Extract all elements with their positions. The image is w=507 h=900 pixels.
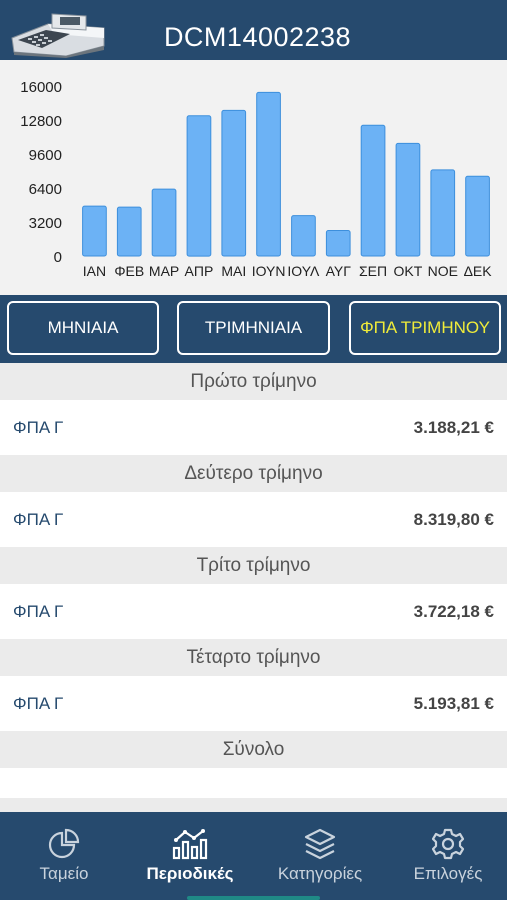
bottom-tab-bar: Ταμείο Περιοδικές Κατηγορίες Επιλογές: [0, 812, 507, 900]
tabbar-item-periodic[interactable]: Περιοδικές: [140, 812, 240, 900]
bar-chart: 0 3200 6400 9600 12800 16000 ΙΑΝ ΦΕΒ ΜΑΡ ΑΠΡ ΜΑΙ ΙΟ…: [0, 60, 507, 295]
home-indicator: [187, 896, 320, 900]
page-title: DCM14002238: [163, 22, 352, 52]
bar[interactable]: [395, 142, 421, 257]
row-value: 5.193,81 €: [413, 693, 494, 713]
x-tick-label: ΜΑΙ: [221, 263, 246, 279]
bar-chart-svg: 0 3200 6400 9600 12800 16000 ΙΑΝ ΦΕΒ ΜΑΡ ΑΠΡ ΜΑΙ ΙΟ…: [20, 79, 493, 279]
total-row: [0, 768, 507, 798]
row-label: ΦΠΑ Γ: [13, 601, 64, 621]
y-tick-label: 12800: [20, 113, 62, 130]
tabbar-item-options[interactable]: Επιλογές: [404, 812, 492, 900]
x-tick-label: ΙΟΥΛ: [287, 263, 320, 279]
tabbar-label: Επιλογές: [413, 864, 483, 883]
tab-vat-quarter[interactable]: ΦΠΑ ΤΡΙΜΗΝΟΥ: [349, 301, 501, 355]
bar[interactable]: [82, 205, 107, 257]
y-tick-label: 9600: [29, 147, 62, 164]
bar-chart-icon: [172, 829, 208, 860]
row-label: ΦΠΑ Γ: [13, 693, 64, 713]
y-tick-label: 6400: [29, 181, 62, 198]
section-header: Τρίτο τρίμηνο: [0, 547, 507, 584]
tabbar-label: Περιοδικές: [146, 864, 234, 883]
x-tick-label: ΑΥΓ: [326, 263, 352, 279]
bar[interactable]: [291, 215, 316, 257]
bar[interactable]: [116, 206, 142, 257]
list-item[interactable]: ΦΠΑ Γ 3.722,18 €: [0, 584, 507, 639]
section-header: Δεύτερο τρίμηνο: [0, 455, 507, 492]
x-tick-label: ΝΟΕ: [428, 263, 458, 279]
list-item[interactable]: ΦΠΑ Γ 3.188,21 €: [0, 400, 507, 455]
row-value: 3.722,18 €: [413, 601, 494, 621]
total-header: Σύνολο: [0, 731, 507, 768]
gear-icon: [432, 828, 464, 860]
tabbar-label: Κατηγορίες: [277, 864, 363, 883]
x-tick-label: ΔΕΚ: [464, 263, 493, 279]
y-tick-label: 16000: [20, 79, 62, 96]
row-value: 3.188,21 €: [413, 417, 494, 437]
x-tick-label: ΙΑΝ: [83, 263, 106, 279]
list-item[interactable]: ΦΠΑ Γ 8.319,80 €: [0, 492, 507, 547]
bar[interactable]: [465, 175, 490, 257]
row-label: ΦΠΑ Γ: [13, 417, 64, 437]
x-tick-label: ΟΚΤ: [394, 263, 423, 279]
bar[interactable]: [360, 124, 386, 257]
bar[interactable]: [256, 91, 281, 257]
y-tick-label: 3200: [29, 215, 62, 232]
bar[interactable]: [151, 188, 177, 257]
x-tick-label: ΜΑΡ: [149, 263, 179, 279]
tabbar-item-cashier[interactable]: Ταμείο: [20, 812, 108, 900]
bar[interactable]: [430, 169, 456, 257]
vat-list: Πρώτο τρίμηνο ΦΠΑ Γ 3.188,21 € Δεύτερο τ…: [0, 363, 507, 798]
header: DCM14002238: [0, 0, 507, 60]
pie-chart-icon: [48, 828, 80, 859]
tabbar-label: Ταμείο: [39, 864, 89, 883]
tab-monthly[interactable]: ΜΗΝΙΑΙΑ: [7, 301, 159, 355]
bar[interactable]: [221, 109, 247, 257]
period-tabs: ΜΗΝΙΑΙΑ ΤΡΙΜΗΝΙΑΙΑ ΦΠΑ ΤΡΙΜΗΝΟΥ: [0, 295, 507, 363]
tabbar-item-categories[interactable]: Κατηγορίες: [268, 812, 372, 900]
row-label: ΦΠΑ Γ: [13, 509, 64, 529]
x-tick-label: ΑΠΡ: [185, 263, 214, 279]
y-tick-label: 0: [54, 249, 62, 266]
x-tick-label: ΣΕΠ: [359, 263, 387, 279]
x-tick-label: ΦΕΒ: [114, 263, 144, 279]
row-value: 8.319,80 €: [413, 509, 494, 529]
bar[interactable]: [186, 115, 212, 257]
layers-icon: [304, 828, 336, 860]
section-header: Πρώτο τρίμηνο: [0, 363, 507, 400]
tab-quarterly[interactable]: ΤΡΙΜΗΝΙΑΙΑ: [177, 301, 330, 355]
section-header: Τέταρτο τρίμηνο: [0, 639, 507, 676]
bar[interactable]: [325, 230, 351, 257]
list-item[interactable]: ΦΠΑ Γ 5.193,81 €: [0, 676, 507, 731]
x-tick-label: ΙΟΥΝ: [252, 263, 286, 279]
